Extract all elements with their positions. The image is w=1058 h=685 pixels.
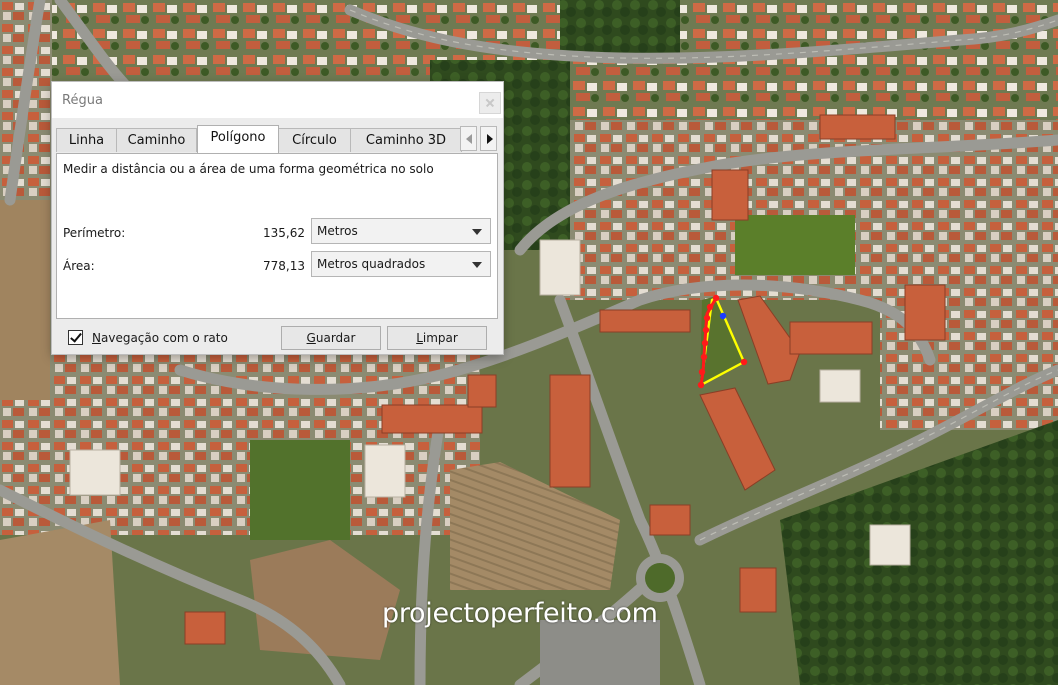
tab-caminho[interactable]: Caminho [116, 128, 197, 152]
area-unit-select[interactable]: Metros quadrados [311, 251, 491, 277]
tab-caminho-3d[interactable]: Caminho 3D [350, 128, 462, 152]
tab-linha[interactable]: Linha [56, 128, 117, 152]
chevron-left-icon[interactable] [460, 126, 477, 151]
chevron-right-icon[interactable] [480, 126, 497, 151]
chevron-down-icon [472, 262, 482, 268]
watermark-text: projectoperfeito.com [382, 598, 658, 629]
area-unit-value: Metros quadrados [317, 257, 426, 271]
mouse-navigation-checkbox[interactable] [68, 330, 83, 345]
area-label: Área: [63, 259, 95, 273]
tab-bar: Linha Caminho Círculo Caminho 3D Polígon… [56, 125, 476, 153]
perimeter-label: Perímetro: [63, 226, 126, 240]
clear-button[interactable]: Limpar [387, 326, 487, 350]
mouse-navigation-label[interactable]: Navegação com o rato [92, 331, 228, 345]
perimeter-value: 135,62 [263, 226, 305, 240]
area-value: 778,13 [263, 259, 305, 273]
panel-description: Medir a distância ou a área de uma forma… [63, 162, 434, 176]
chevron-down-icon [472, 229, 482, 235]
tab-circulo[interactable]: Círculo [278, 128, 351, 152]
dialog-title: Régua [62, 93, 103, 108]
perimeter-unit-select[interactable]: Metros [311, 218, 491, 244]
save-button[interactable]: Guardar [281, 326, 381, 350]
polygon-panel: Medir a distância ou a área de uma forma… [56, 153, 498, 319]
ruler-dialog: Régua Linha Caminho Círculo Caminho 3D P… [52, 82, 503, 354]
perimeter-unit-value: Metros [317, 224, 358, 238]
tab-poligono[interactable]: Polígono [197, 125, 279, 153]
dialog-titlebar[interactable]: Régua [52, 82, 503, 118]
close-icon[interactable] [479, 92, 501, 114]
